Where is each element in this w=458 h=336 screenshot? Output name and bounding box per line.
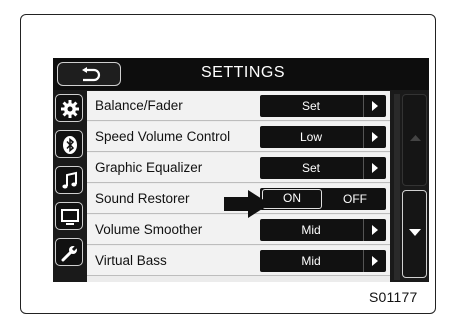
sidebar-item-bluetooth[interactable]: [55, 130, 83, 158]
setting-label: Graphic Equalizer: [95, 160, 203, 175]
back-arrow-icon: [82, 67, 101, 82]
sidebar-item-display[interactable]: [55, 202, 83, 230]
setting-label: Volume Smoother: [95, 222, 203, 237]
setting-value: Mid: [301, 223, 321, 237]
setting-label: Virtual Bass: [95, 253, 167, 268]
chevron-down-icon: [409, 229, 421, 236]
scroll-up-button[interactable]: [402, 94, 427, 186]
chevron-right-icon: [363, 157, 386, 179]
callout-arrow-icon: [224, 190, 270, 218]
volume-smoother-button[interactable]: Mid: [260, 219, 386, 241]
speed-volume-control-button[interactable]: Low: [260, 126, 386, 148]
setting-label: Balance/Fader: [95, 98, 183, 113]
chevron-right-icon: [363, 95, 386, 117]
settings-list: Balance/Fader Set Speed Volume Control L…: [87, 91, 390, 282]
setting-row-speed-volume: Speed Volume Control Low: [87, 122, 390, 152]
sound-restorer-toggle: ON OFF: [260, 188, 386, 210]
scrollbar[interactable]: [392, 92, 429, 282]
wrench-icon: [61, 243, 80, 262]
sound-restorer-off-option[interactable]: OFF: [326, 189, 384, 209]
chevron-right-icon: [363, 219, 386, 241]
figure-code: S01177: [369, 289, 418, 305]
setting-row-virtual-bass: Virtual Bass Mid: [87, 246, 390, 276]
setting-value: Set: [301, 161, 320, 175]
music-note-icon: [62, 171, 77, 189]
scroll-down-button[interactable]: [402, 190, 427, 278]
setting-value: Low: [299, 130, 322, 144]
gear-icon: [61, 100, 79, 118]
setting-row-balance-fader: Balance/Fader Set: [87, 91, 390, 121]
settings-screen: SETTINGS Balance/Fader Set Speed Volume …: [53, 58, 429, 282]
sidebar-item-sound[interactable]: [55, 94, 83, 122]
setting-value: Mid: [301, 254, 321, 268]
sidebar-item-audio[interactable]: [55, 166, 83, 194]
chevron-right-icon: [363, 126, 386, 148]
setting-label: Speed Volume Control: [95, 129, 231, 144]
title-bar: SETTINGS: [53, 58, 429, 90]
virtual-bass-button[interactable]: Mid: [260, 250, 386, 272]
sidebar: [53, 92, 85, 282]
chevron-right-icon: [363, 250, 386, 272]
scroll-track[interactable]: [394, 94, 400, 280]
setting-row-volume-smoother: Volume Smoother Mid: [87, 215, 390, 245]
display-icon: [61, 209, 79, 225]
bluetooth-icon: [63, 136, 77, 154]
setting-value: Set: [301, 99, 320, 113]
setting-row-graphic-equalizer: Graphic Equalizer Set: [87, 153, 390, 183]
sidebar-item-general[interactable]: [55, 238, 83, 266]
graphic-equalizer-button[interactable]: Set: [260, 157, 386, 179]
balance-fader-button[interactable]: Set: [260, 95, 386, 117]
setting-label: Sound Restorer: [95, 191, 190, 206]
page-title: SETTINGS: [200, 64, 285, 81]
chevron-up-icon: [410, 135, 421, 141]
back-button[interactable]: [57, 62, 121, 86]
